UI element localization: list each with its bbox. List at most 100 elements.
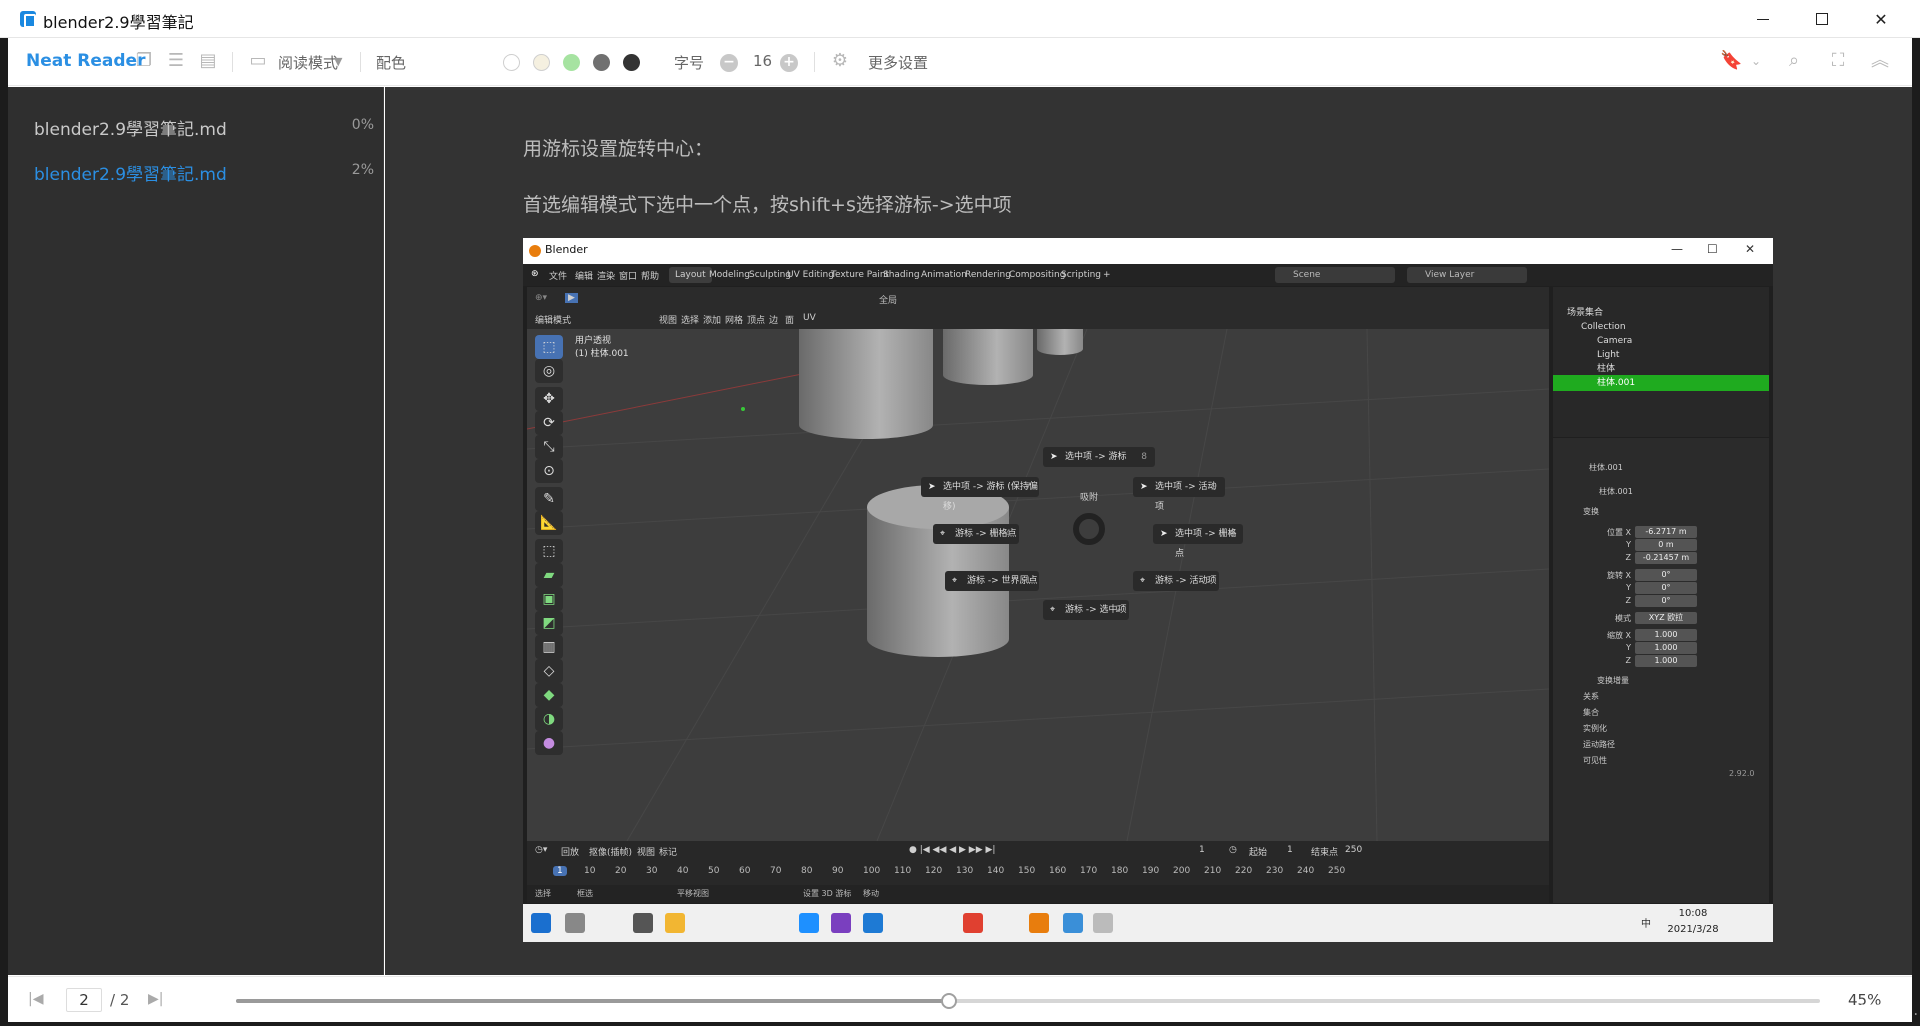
viewport-menu: 顶点 (747, 316, 766, 326)
search-icon[interactable]: ⌕ (1784, 51, 1804, 71)
frame-tick: 90 (832, 866, 844, 876)
toc-list-icon[interactable]: ☰ (166, 51, 186, 71)
swatch-cream[interactable] (533, 54, 550, 71)
cursor-tool-icon: ◎ (535, 359, 563, 383)
brand-logo[interactable]: Neat Reader (26, 51, 145, 71)
swatch-gray[interactable] (593, 54, 610, 71)
last-page-icon[interactable]: ▶| (148, 991, 163, 1007)
library-icon[interactable]: ❐ (134, 51, 154, 71)
outliner-row-selected: 柱体.001 (1553, 375, 1769, 391)
clock-icon: ◷ (1229, 845, 1237, 855)
viewport-menu: 选择 (681, 316, 700, 326)
page-number-input[interactable]: 2 (66, 988, 102, 1012)
timeline-editor-icon: ◷▾ (535, 845, 548, 855)
frame-tick: 50 (708, 866, 720, 876)
bevel-tool-icon: ◩ (535, 611, 563, 635)
toolbar-divider (232, 52, 233, 72)
prop-rotation-mode: 模式 XYZ 欧拉 (1583, 612, 1763, 625)
fullscreen-icon[interactable]: ⛶ (1828, 51, 1848, 71)
viewport-toolbar: ⬚ ◎ ✥ ⟳ ⤡ ⊙ ✎ 📐 ⬚ ▰ ▣ ◩ ▥ ◇ ◆ ◑ ● (535, 335, 563, 835)
frame-tick: 140 (987, 866, 1005, 876)
status-hint: 选择 (535, 889, 551, 898)
first-page-icon[interactable]: |◀ (28, 991, 43, 1007)
rotate-tool-icon: ⟳ (535, 411, 563, 435)
color-scheme-label: 配色 (376, 54, 407, 72)
pie-menu-item-key: 7 (1025, 482, 1031, 492)
font-size-value: 16 (753, 52, 773, 70)
collapse-up-icon[interactable]: ︽ (1870, 51, 1890, 71)
reader-toolbar: Neat Reader ❐ ☰ ▤ ▭ 阅读模式 ▼ 配色 字号 − 16 + … (8, 38, 1912, 86)
blender-menu: 渲染 (597, 272, 616, 282)
cursor-arrow-icon: ➤ (1140, 482, 1148, 492)
app-icon (1063, 913, 1083, 933)
toc-item-percent: 0% (351, 117, 374, 133)
close-button[interactable]: ✕ (1852, 0, 1910, 38)
reading-mode-dropdown[interactable]: 阅读模式 (278, 52, 338, 73)
pie-menu-item-key: 4 (1005, 529, 1011, 539)
reading-mode-icon: ▭ (249, 50, 267, 71)
start-frame: 1 (1287, 845, 1293, 855)
more-settings-button[interactable]: 更多设置 (868, 52, 928, 73)
blender-titlebar: Blender — ☐ ✕ (523, 238, 1773, 264)
chevron-down-icon: ▼ (334, 55, 343, 68)
swatch-white[interactable] (503, 54, 520, 71)
progress-slider-handle[interactable] (940, 993, 957, 1009)
maximize-icon: ☐ (1707, 242, 1718, 256)
pie-menu-item-key: 8 (1141, 452, 1147, 462)
increase-font-button[interactable]: + (780, 54, 798, 72)
window-titlebar: blender2.9學習筆記 ✕ (0, 0, 1920, 38)
blender-menubar: ⊛ 文件 编辑 渲染 窗口 帮助 Layout Modeling Sculpti… (523, 264, 1773, 286)
bookmark-chevron-icon[interactable]: ⌄ (1746, 51, 1766, 71)
prop-rotation-x: 旋转 X 0° (1583, 569, 1763, 582)
viewport-menu: 面 (785, 316, 795, 326)
blender-screenshot: Blender — ☐ ✕ ⊛ 文件 编辑 渲染 窗口 帮助 Layout Mo… (523, 238, 1773, 942)
timeline-menu: 视图 (637, 848, 656, 858)
minimize-icon (1757, 18, 1769, 20)
prop-section: 集合 (1583, 708, 1599, 717)
transform-orientation: 全局 (879, 296, 898, 306)
pie-menu-title: 吸附 (1080, 493, 1099, 503)
frame-tick: 160 (1049, 866, 1067, 876)
frame-tick: 220 (1235, 866, 1253, 876)
prop-section-delta: 变换增量 (1597, 676, 1629, 685)
pie-menu-item-key: 2 (1115, 605, 1121, 615)
prop-location-z: Z -0.21457 m (1583, 552, 1763, 565)
viewport-menu: UV (803, 313, 816, 323)
toc-item-name: blender2.9學習筆記.md (34, 120, 227, 140)
cursor-crosshair-icon: ⌖ (940, 529, 946, 539)
spin-tool-icon: ◑ (535, 707, 563, 731)
playback-controls-icon: ● |◀ ◀◀ ◀ ▶ ▶▶ ▶| (909, 845, 996, 855)
minimize-button[interactable] (1734, 0, 1792, 38)
frame-tick: 80 (801, 866, 813, 876)
progress-slider[interactable] (236, 993, 1820, 1009)
blender-properties: 柱体.001 柱体.001 变换 位置 X -6.2717 m Y0 m Z -0.… (1553, 438, 1769, 903)
measure-tool-icon: 📐 (535, 511, 563, 535)
prop-section: 可见性 (1583, 756, 1607, 765)
maximize-button[interactable] (1793, 0, 1851, 38)
notes-icon[interactable]: ▤ (198, 51, 218, 71)
windows-start-icon (531, 913, 551, 933)
swatch-dark[interactable] (623, 54, 640, 71)
frame-tick: 110 (894, 866, 912, 876)
prop-scale-z: Z 1.000 (1583, 655, 1763, 668)
prop-section: 实例化 (1583, 724, 1607, 733)
blender-outliner: 场景集合 Collection Camera Light 柱体 柱体.001 (1553, 287, 1769, 437)
window-bottom-edge (0, 1022, 1920, 1026)
page-total: / 2 (110, 991, 130, 1009)
prop-scale-y: Y 1.000 (1583, 642, 1763, 655)
font-size-label: 字号 (674, 54, 705, 72)
status-hint: 框选 (577, 889, 593, 898)
prop-section: 关系 (1583, 692, 1599, 701)
prop-object-name: 柱体.001 (1589, 463, 1623, 472)
frame-tick: 10 (584, 866, 596, 876)
viewport-perspective-label: 用户透视 (575, 336, 612, 346)
status-hint: 移动 (863, 889, 879, 898)
status-hint: 平移视图 (677, 889, 709, 898)
frame-tick: 150 (1018, 866, 1036, 876)
swatch-green[interactable] (563, 54, 580, 71)
bookmark-icon[interactable]: 🔖 (1720, 51, 1742, 71)
decrease-font-button[interactable]: − (720, 54, 738, 72)
loop-cut-tool-icon: ▥ (535, 635, 563, 659)
pie-menu-item-key: 3 (1205, 576, 1211, 586)
prop-location-x: 位置 X -6.2717 m (1583, 526, 1763, 539)
